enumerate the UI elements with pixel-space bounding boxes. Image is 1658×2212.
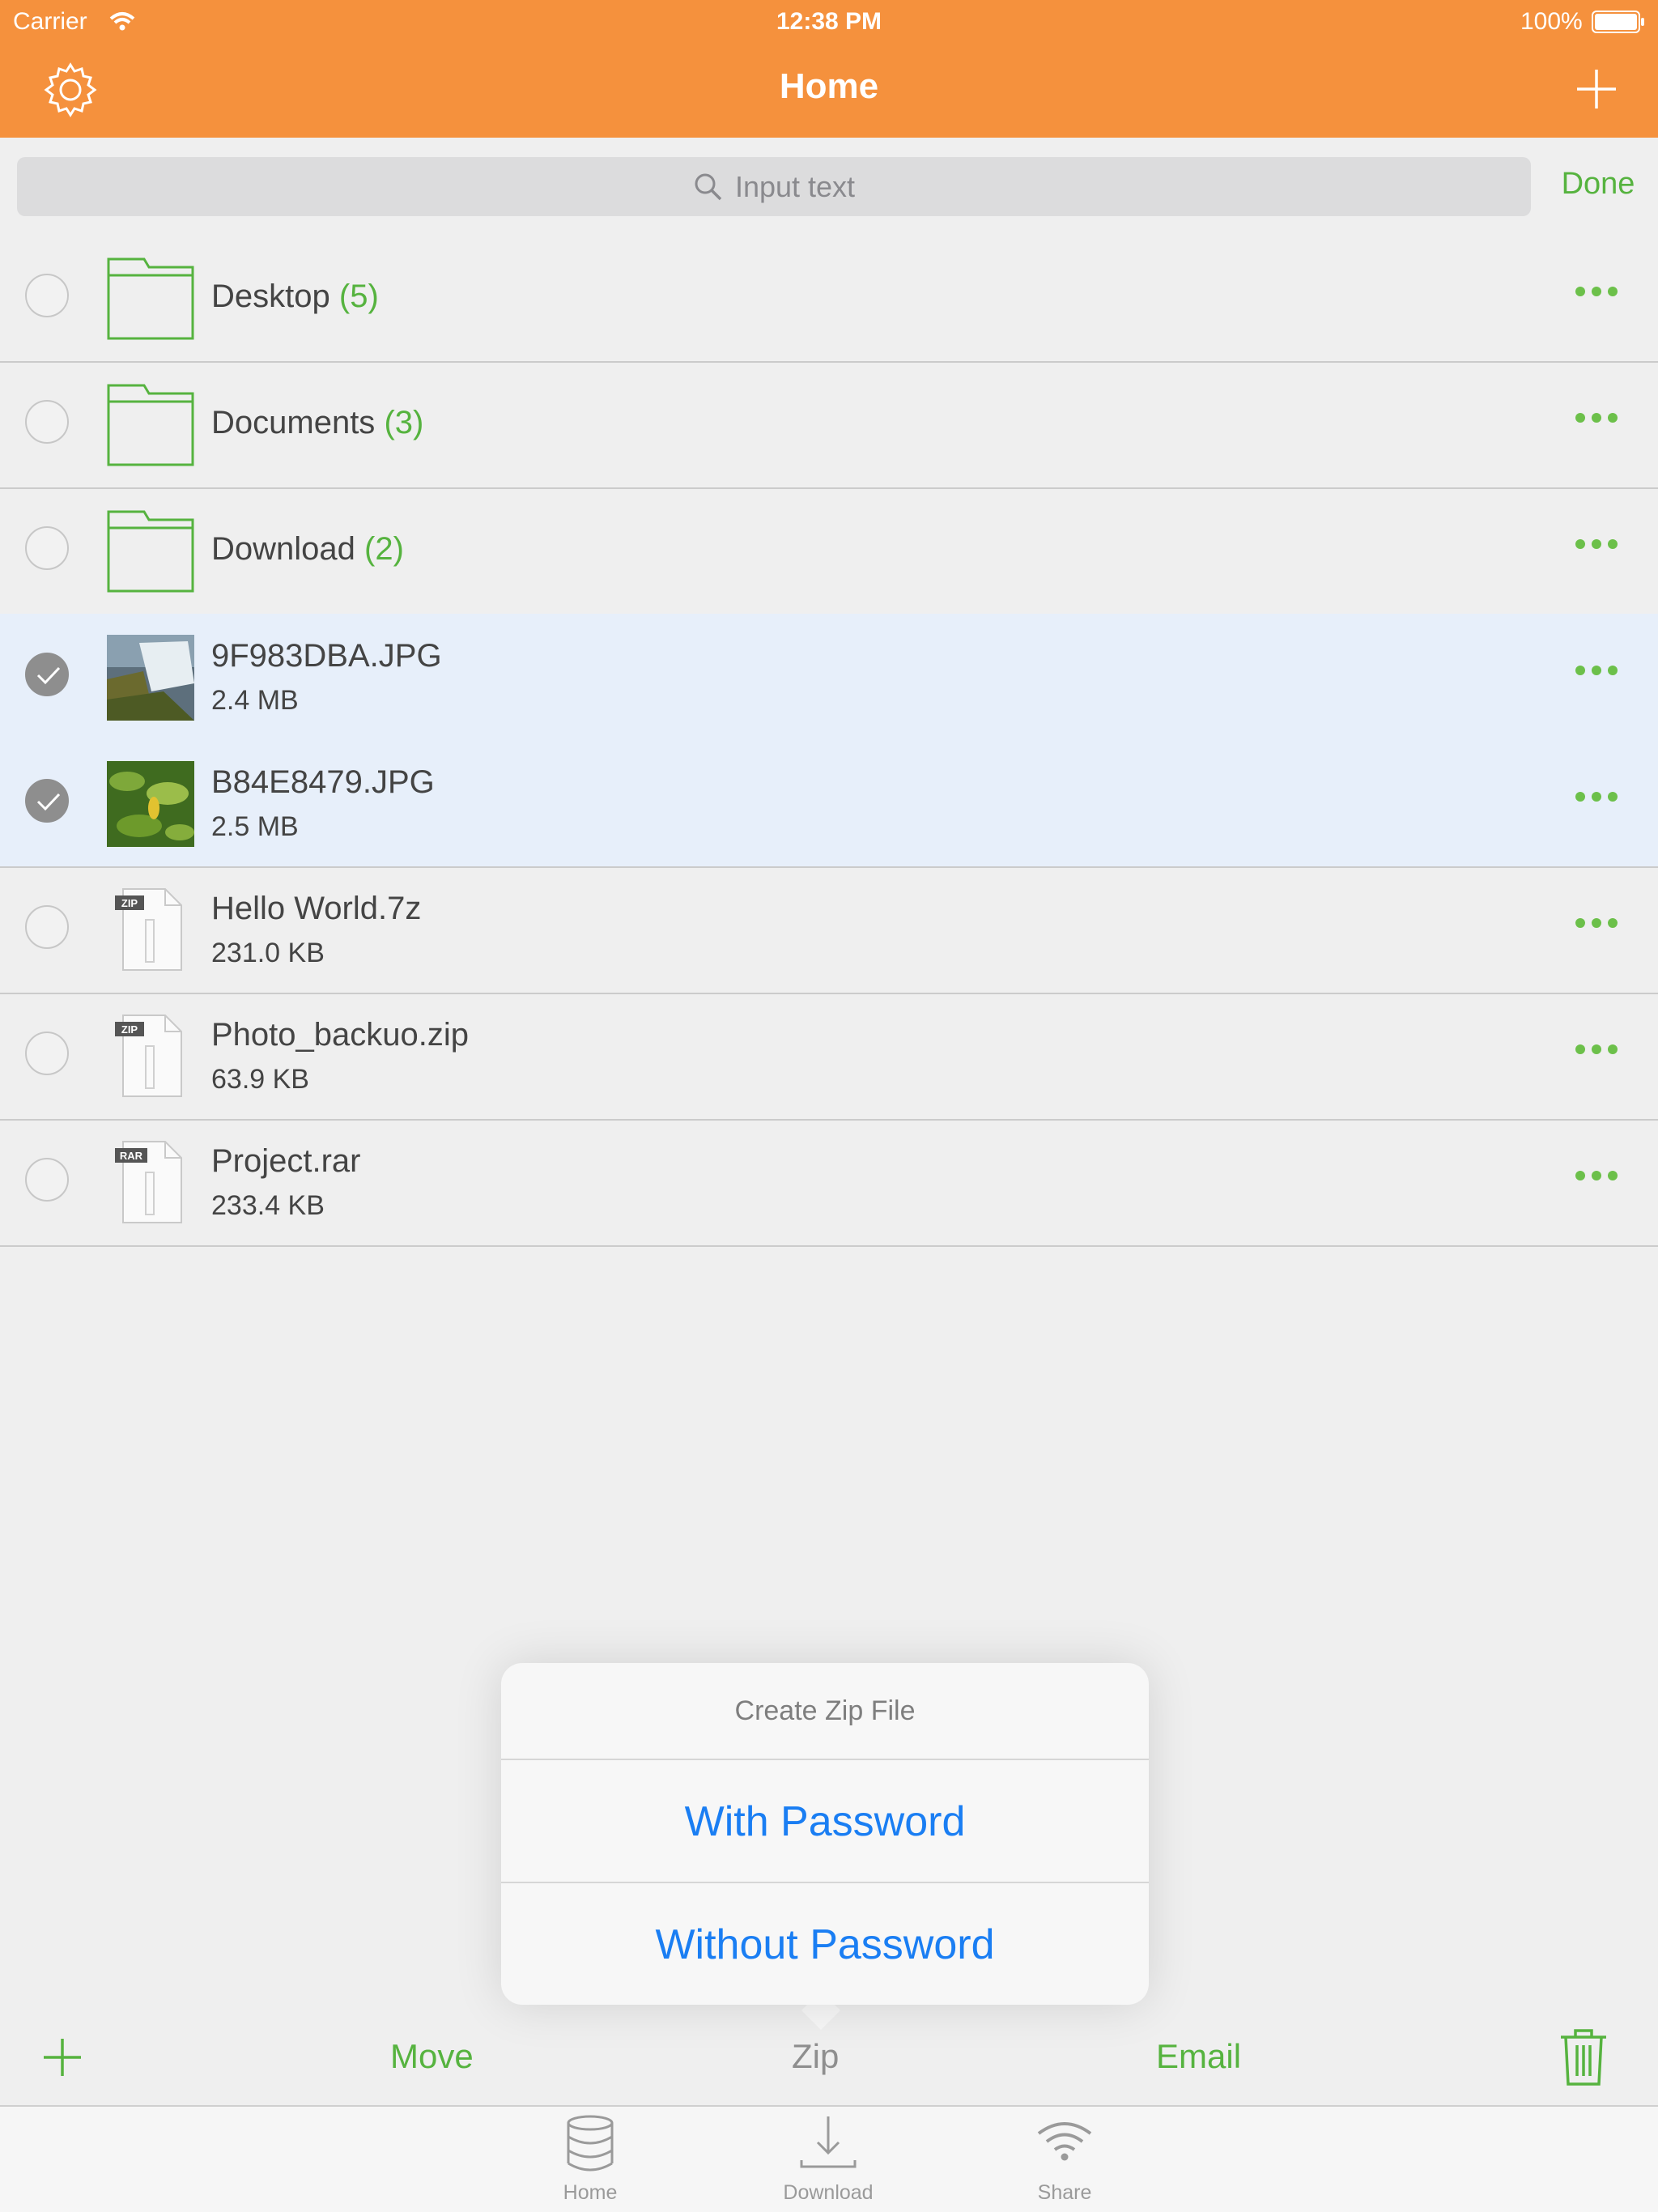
file-name: B84E8479.JPG <box>211 764 435 800</box>
navigation-bar: Carrier 12:38 PM 100% Home <box>0 0 1658 138</box>
zip-button[interactable]: Zip <box>792 2037 839 2076</box>
file-row-documents[interactable]: Documents (3) <box>0 361 1658 489</box>
file-size: 2.5 MB <box>211 811 299 842</box>
file-name-row: Download (2) <box>211 531 404 568</box>
divider <box>501 1882 1149 1883</box>
file-name: Download <box>211 531 355 567</box>
move-button[interactable]: Move <box>390 2037 474 2076</box>
file-row-desktop[interactable]: Desktop (5) <box>0 235 1658 363</box>
rar-file-icon: RAR <box>115 1141 182 1223</box>
wifi-icon[interactable] <box>1036 2120 1093 2162</box>
file-name: Photo_backuo.zip <box>211 1017 470 1053</box>
select-checkbox-checked[interactable] <box>25 653 69 696</box>
item-count: (2) <box>364 531 404 567</box>
download-icon[interactable] <box>800 2115 857 2170</box>
file-row-download[interactable]: Download (2) <box>0 487 1658 615</box>
file-size: 63.9 KB <box>211 1064 309 1095</box>
tab-home-label[interactable]: Home <box>517 2181 663 2205</box>
plus-icon[interactable] <box>1575 68 1618 110</box>
select-checkbox[interactable] <box>25 1158 69 1202</box>
tab-download-label[interactable]: Download <box>755 2181 901 2205</box>
with-password-option[interactable]: With Password <box>501 1797 1149 1846</box>
checkmark-icon <box>36 666 61 685</box>
file-name: Project.rar <box>211 1143 361 1179</box>
select-checkbox[interactable] <box>25 400 69 444</box>
file-size: 2.4 MB <box>211 685 299 716</box>
search-field[interactable]: Input text <box>17 157 1531 216</box>
checkmark-icon <box>36 793 61 811</box>
page-title: Home <box>779 66 879 106</box>
more-options-icon[interactable] <box>1575 666 1618 677</box>
without-password-option[interactable]: Without Password <box>501 1921 1149 1969</box>
item-count: (5) <box>338 279 379 314</box>
folder-icon <box>107 257 194 340</box>
select-checkbox[interactable] <box>25 1032 69 1075</box>
file-row-image[interactable]: B84E8479.JPG 2.5 MB <box>0 740 1658 868</box>
done-button[interactable]: Done <box>1538 167 1658 202</box>
file-size: 231.0 KB <box>211 938 325 968</box>
file-name: Desktop <box>211 279 330 314</box>
battery-percentage: 100% <box>1520 8 1583 35</box>
select-checkbox[interactable] <box>25 905 69 949</box>
tab-share-label[interactable]: Share <box>992 2181 1137 2205</box>
folder-icon <box>107 384 194 466</box>
archive-badge: ZIP <box>121 897 138 909</box>
more-options-icon[interactable] <box>1575 1044 1618 1056</box>
waterfall-thumbnail <box>107 635 194 721</box>
leaves-thumbnail <box>107 761 194 847</box>
archive-badge: RAR <box>120 1150 143 1162</box>
more-options-icon[interactable] <box>1575 1171 1618 1182</box>
select-checkbox[interactable] <box>25 526 69 570</box>
folder-icon <box>107 510 194 593</box>
more-options-icon[interactable] <box>1575 918 1618 929</box>
file-name-row: Desktop (5) <box>211 279 379 315</box>
select-checkbox[interactable] <box>25 274 69 317</box>
zip-file-icon: ZIP <box>115 888 182 971</box>
popover-title: Create Zip File <box>734 1695 916 1726</box>
file-row-archive[interactable]: RAR Project.rar 233.4 KB <box>0 1119 1658 1247</box>
more-options-icon[interactable] <box>1575 287 1618 298</box>
more-options-icon[interactable] <box>1575 792 1618 803</box>
file-name: Hello World.7z <box>211 891 422 926</box>
zip-options-popover: Create Zip File With Password Without Pa… <box>501 1663 1149 2005</box>
file-size: 233.4 KB <box>211 1190 325 1221</box>
file-row-image[interactable]: 9F983DBA.JPG 2.4 MB <box>0 614 1658 742</box>
trash-icon[interactable] <box>1559 2027 1608 2086</box>
search-placeholder: Input text <box>734 169 856 203</box>
email-button[interactable]: Email <box>1156 2037 1241 2076</box>
archive-badge: ZIP <box>121 1023 138 1036</box>
item-count: (3) <box>384 405 424 440</box>
file-row-archive[interactable]: ZIP Photo_backuo.zip 63.9 KB <box>0 993 1658 1121</box>
plus-icon[interactable] <box>42 2037 83 2078</box>
file-name-row: Documents (3) <box>211 405 423 441</box>
status-time: 12:38 PM <box>776 8 882 35</box>
divider <box>501 1759 1149 1760</box>
select-checkbox-checked[interactable] <box>25 779 69 823</box>
file-row-archive[interactable]: ZIP Hello World.7z 231.0 KB <box>0 866 1658 994</box>
file-name: 9F983DBA.JPG <box>211 638 442 674</box>
search-icon <box>695 173 722 200</box>
zip-file-icon: ZIP <box>115 1015 182 1097</box>
database-icon[interactable] <box>565 2115 615 2172</box>
battery-icon <box>1592 11 1644 33</box>
more-options-icon[interactable] <box>1575 413 1618 424</box>
file-name: Documents <box>211 405 376 440</box>
more-options-icon[interactable] <box>1575 539 1618 551</box>
